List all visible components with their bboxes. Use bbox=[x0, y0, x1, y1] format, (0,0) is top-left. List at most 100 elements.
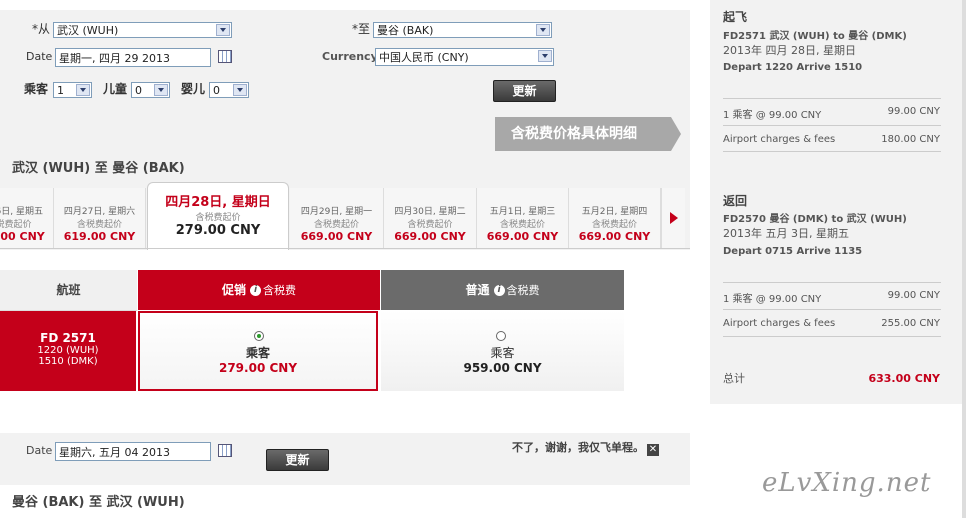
date-tab-price: 669.00 CNY bbox=[578, 230, 651, 243]
date-tab-sub: 含税费起价 bbox=[0, 220, 32, 230]
promo-header-label: 促销 bbox=[221, 283, 246, 297]
info-icon[interactable]: i bbox=[250, 285, 261, 296]
close-icon[interactable]: ✕ bbox=[647, 444, 659, 456]
promo-column-header: 促销 i 含税费 bbox=[138, 270, 380, 310]
adult-select[interactable]: 1 bbox=[53, 82, 92, 98]
divider bbox=[723, 282, 941, 283]
divider bbox=[723, 309, 941, 310]
update-button[interactable]: 更新 bbox=[493, 80, 556, 102]
date-tab-sub: 含税费起价 bbox=[195, 213, 241, 223]
promo-pax-label: 乘客 bbox=[245, 346, 270, 360]
date-tab[interactable]: 4月26日, 星期五 含税费起价 669.00 CNY bbox=[0, 188, 54, 248]
date-value: 星期一, 四月 29 2013 bbox=[59, 52, 170, 65]
date-tab-active[interactable]: 四月28日, 星期日 含税费起价 279.00 CNY bbox=[147, 182, 289, 250]
date-tab[interactable]: 四月29日, 星期一 含税费起价 669.00 CNY bbox=[290, 188, 384, 248]
chevron-down-icon bbox=[536, 24, 550, 36]
from-label: *从 bbox=[32, 22, 51, 36]
price-breakdown-banner[interactable]: 含税费价格具体明细 bbox=[495, 117, 681, 151]
watermark-logo: eLvXing.net bbox=[762, 468, 932, 498]
return-summary-title: 返回 bbox=[723, 194, 748, 208]
flight-depart: 1220 (WUH) bbox=[37, 345, 99, 356]
regular-tax-label: 含税费 bbox=[506, 284, 540, 297]
chevron-down-icon bbox=[76, 84, 90, 96]
total-label: 总计 bbox=[723, 372, 745, 385]
return-fee-value: 255.00 CNY bbox=[881, 318, 940, 329]
adult-label: 乘客 bbox=[24, 82, 49, 96]
regular-fare-cell[interactable]: 乘客 959.00 CNY bbox=[381, 311, 624, 391]
date-tab[interactable]: 四月27日, 星期六 含税费起价 619.00 CNY bbox=[54, 188, 146, 248]
date-tab-date: 四月30日, 星期二 bbox=[394, 207, 466, 217]
date-tab-date: 四月28日, 星期日 bbox=[165, 195, 271, 210]
chevron-down-icon bbox=[233, 84, 247, 96]
to-value: 曼谷 (BAK) bbox=[377, 24, 434, 37]
date-tab-price: 669.00 CNY bbox=[394, 230, 466, 243]
currency-value: 中国人民币 (CNY) bbox=[379, 51, 469, 64]
child-label: 儿童 bbox=[103, 82, 128, 96]
currency-label: Currency bbox=[322, 50, 378, 63]
date-tab-date: 四月29日, 星期一 bbox=[300, 207, 373, 217]
date-tab[interactable]: 五月1日, 星期三 含税费起价 669.00 CNY bbox=[477, 188, 569, 248]
return-date-label: Date bbox=[26, 444, 53, 457]
calendar-icon[interactable] bbox=[218, 444, 232, 457]
infant-label: 婴儿 bbox=[181, 82, 206, 96]
return-fee-label: Airport charges & fees bbox=[723, 318, 836, 329]
infant-select[interactable]: 0 bbox=[209, 82, 249, 98]
info-icon[interactable]: i bbox=[493, 285, 505, 296]
outbound-summary-title: 起飞 bbox=[723, 10, 748, 24]
adult-value: 1 bbox=[57, 84, 64, 97]
return-route-title: 曼谷 (BAK) 至 武汉 (WUH) bbox=[12, 495, 185, 510]
regular-column-header: 普通 i 含税费 bbox=[381, 270, 624, 310]
currency-select[interactable]: 中国人民币 (CNY) bbox=[375, 48, 554, 66]
return-pax-label: 1 乘客 @ 99.00 CNY bbox=[723, 294, 822, 305]
outbound-summary-time: Depart 1220 Arrive 1510 bbox=[723, 62, 863, 73]
divider bbox=[723, 125, 941, 126]
from-select[interactable]: 武汉 (WUH) bbox=[53, 22, 232, 38]
date-tab-date: 五月2日, 星期四 bbox=[581, 207, 648, 217]
date-tab-price: 669.00 CNY bbox=[300, 230, 373, 243]
regular-fare-radio[interactable] bbox=[496, 331, 506, 341]
promo-price: 279.00 CNY bbox=[218, 361, 298, 375]
date-tab-date: 四月27日, 星期六 bbox=[63, 207, 136, 217]
child-select[interactable]: 0 bbox=[131, 82, 170, 98]
date-tab-date: 五月1日, 星期三 bbox=[489, 207, 556, 217]
tabs-divider bbox=[0, 248, 690, 249]
outbound-summary-flight: FD2571 武汉 (WUH) to 曼谷 (DMK) bbox=[723, 27, 907, 42]
return-summary-date: 2013年 五月 3日, 星期五 bbox=[723, 227, 849, 240]
outbound-summary-date: 2013年 四月 28日, 星期日 bbox=[723, 44, 856, 57]
date-tab-date: 4月26日, 星期五 bbox=[0, 207, 43, 217]
outbound-route-title: 武汉 (WUH) 至 曼谷 (BAK) bbox=[12, 161, 185, 176]
to-select[interactable]: 曼谷 (BAK) bbox=[373, 22, 552, 38]
arrow-right-icon bbox=[670, 212, 678, 224]
date-tab[interactable]: 四月30日, 星期二 含税费起价 669.00 CNY bbox=[384, 188, 477, 248]
promo-tax-label: 含税费 bbox=[263, 284, 296, 297]
return-date-input[interactable]: 星期六, 五月 04 2013 bbox=[55, 442, 211, 461]
one-way-link[interactable]: 不了，谢谢，我仅飞单程。 bbox=[508, 441, 644, 455]
date-tab-sub: 含税费起价 bbox=[499, 220, 545, 230]
divider bbox=[723, 336, 941, 337]
to-label: *至 bbox=[352, 22, 371, 36]
infant-value: 0 bbox=[213, 84, 220, 97]
date-tab-price: 619.00 CNY bbox=[63, 230, 136, 243]
regular-price: 959.00 CNY bbox=[463, 361, 542, 375]
promo-fare-radio[interactable] bbox=[254, 331, 264, 341]
date-tab-price: 279.00 CNY bbox=[175, 223, 261, 238]
return-flight-text: FD2570 曼谷 (DMK) to 武汉 (WUH) bbox=[723, 214, 907, 225]
chevron-down-icon bbox=[538, 50, 552, 62]
itinerary-summary bbox=[710, 0, 966, 404]
scrollbar[interactable] bbox=[962, 0, 966, 518]
date-tab[interactable]: 五月2日, 星期四 含税费起价 669.00 CNY bbox=[569, 188, 661, 248]
child-value: 0 bbox=[135, 84, 142, 97]
promo-fare-cell[interactable]: 乘客 279.00 CNY bbox=[138, 311, 378, 391]
date-tab-sub: 含税费起价 bbox=[407, 220, 453, 230]
calendar-icon[interactable] bbox=[218, 50, 232, 63]
return-date-value: 星期六, 五月 04 2013 bbox=[59, 446, 170, 459]
date-tab-price: 669.00 CNY bbox=[486, 230, 559, 243]
return-summary-time: Depart 0715 Arrive 1135 bbox=[723, 246, 863, 257]
date-tab-sub: 含税费起价 bbox=[313, 220, 359, 230]
divider bbox=[723, 98, 941, 99]
next-dates-button[interactable] bbox=[661, 188, 685, 248]
date-tab-sub: 含税费起价 bbox=[76, 220, 122, 230]
return-summary-flight: FD2570 曼谷 (DMK) to 武汉 (WUH) bbox=[723, 210, 907, 225]
date-input[interactable]: 星期一, 四月 29 2013 bbox=[55, 48, 211, 67]
return-update-button[interactable]: 更新 bbox=[266, 449, 329, 471]
